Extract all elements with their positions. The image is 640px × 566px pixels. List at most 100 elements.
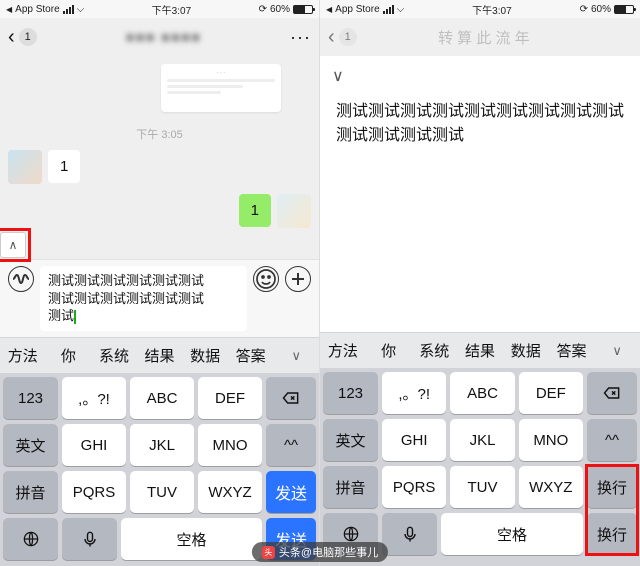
candidate[interactable]: 方法 (320, 340, 366, 361)
expanded-text-input[interactable]: 测试测试测试测试测试测试测试测试测试 测试测试测试测试 (320, 90, 640, 298)
signal-icon (63, 5, 74, 14)
key-pinyin[interactable]: 拼音 (3, 471, 58, 513)
avatar[interactable] (8, 150, 42, 184)
key-english[interactable]: 英文 (323, 419, 378, 461)
candidate[interactable]: 结果 (137, 345, 183, 366)
battery-icon (614, 5, 634, 14)
unread-badge: 1 (19, 28, 37, 46)
candidate[interactable]: 数据 (182, 345, 228, 366)
key-123[interactable]: 123 (323, 372, 378, 414)
key-wxyz[interactable]: WXYZ (519, 466, 583, 508)
key-newline[interactable]: 换行 (587, 513, 637, 555)
wifi-icon: ⌵ (77, 4, 85, 15)
candidate-bar: 方法 你 系统 结果 数据 答案 ∨ (320, 332, 640, 368)
key-jkl[interactable]: JKL (130, 424, 194, 466)
key-punct[interactable]: ,。?! (382, 372, 446, 414)
avatar[interactable] (277, 194, 311, 228)
more-button[interactable]: ··· (290, 27, 311, 48)
candidate[interactable]: 系统 (411, 340, 457, 361)
message-row-outgoing: 1 (8, 194, 311, 228)
keyboard: 123 ,。?! ABC DEF 英文 GHI JKL MNO ^^ 拼音 PQ… (320, 368, 640, 566)
key-backspace[interactable] (587, 372, 637, 414)
globe-icon (341, 524, 361, 544)
back-button[interactable]: ‹ 1 (328, 26, 357, 49)
emoji-button[interactable] (253, 266, 279, 292)
key-send[interactable]: 发送 (266, 471, 316, 513)
chat-title: ■■■ ■■■■ (126, 29, 202, 46)
status-bar: ◀ App Store ⌵ 下午3:07 ⟳ 60% (320, 0, 640, 18)
candidate[interactable]: 数据 (503, 340, 549, 361)
expand-button[interactable]: ∧ (0, 232, 26, 258)
back-app-label: App Store (15, 4, 59, 15)
key-tuv[interactable]: TUV (130, 471, 194, 513)
key-space[interactable]: 空格 (121, 518, 262, 560)
key-newline[interactable]: 换行 (587, 466, 637, 508)
chevron-left-icon: ‹ (8, 26, 15, 49)
candidate[interactable]: 你 (366, 340, 412, 361)
key-def[interactable]: DEF (519, 372, 583, 414)
key-jkl[interactable]: JKL (450, 419, 514, 461)
card-message[interactable]: · · · (161, 64, 281, 112)
key-mno[interactable]: MNO (519, 419, 583, 461)
plus-button[interactable] (285, 266, 311, 292)
rotation-lock-icon: ⟳ (580, 4, 588, 15)
mic-icon (400, 524, 420, 544)
key-wxyz[interactable]: WXYZ (198, 471, 262, 513)
chat-header: ‹ 1 转 算 此 流 年 ··· (320, 18, 640, 56)
back-app-icon: ◀ (6, 5, 12, 14)
key-mic[interactable] (382, 513, 437, 555)
key-caret[interactable]: ^^ (587, 419, 637, 461)
backspace-icon (281, 388, 301, 408)
unread-badge: 1 (339, 28, 357, 46)
toutiao-icon: 头 (262, 546, 275, 559)
key-mic[interactable] (62, 518, 117, 560)
message-row-incoming: 1 (8, 150, 311, 184)
status-time: 下午3:07 (472, 2, 511, 17)
candidate[interactable]: 答案 (549, 340, 595, 361)
candidate-bar: 方法 你 系统 结果 数据 答案 ∨ (0, 337, 319, 373)
keyboard: 123 ,。?! ABC DEF 英文 GHI JKL MNO ^^ 拼音 PQ… (0, 373, 319, 566)
status-bar: ◀ App Store ⌵ 下午3:07 ⟳ 60% (0, 0, 319, 18)
candidate[interactable]: 答案 (228, 345, 274, 366)
globe-icon (21, 529, 41, 549)
key-caret[interactable]: ^^ (266, 424, 316, 466)
key-abc[interactable]: ABC (130, 377, 194, 419)
key-pqrs[interactable]: PQRS (62, 471, 126, 513)
key-tuv[interactable]: TUV (450, 466, 514, 508)
expanded-input-panel: ∨ 测试测试测试测试测试测试测试测试测试 测试测试测试测试 (320, 56, 640, 332)
message-bubble[interactable]: 1 (48, 150, 80, 183)
key-def[interactable]: DEF (198, 377, 262, 419)
back-app-label: App Store (335, 4, 379, 15)
voice-button[interactable] (8, 266, 34, 292)
watermark: 头 头条@电脑那些事儿 (252, 542, 388, 562)
key-abc[interactable]: ABC (450, 372, 514, 414)
text-input[interactable]: 测试测试测试测试测试测试 测试测试测试测试测试测试 测试 (40, 266, 247, 331)
candidate-more[interactable]: ∨ (273, 348, 319, 364)
collapse-button[interactable]: ∨ (320, 56, 640, 90)
key-ghi[interactable]: GHI (382, 419, 446, 461)
message-bubble[interactable]: 1 (239, 194, 271, 227)
key-mno[interactable]: MNO (198, 424, 262, 466)
candidate[interactable]: 系统 (91, 345, 137, 366)
key-pqrs[interactable]: PQRS (382, 466, 446, 508)
key-123[interactable]: 123 (3, 377, 58, 419)
candidate[interactable]: 结果 (457, 340, 503, 361)
chat-timestamp: 下午 3:05 (8, 126, 311, 142)
candidate[interactable]: 方法 (0, 345, 46, 366)
key-space[interactable]: 空格 (441, 513, 583, 555)
key-pinyin[interactable]: 拼音 (323, 466, 378, 508)
chat-header: ‹ 1 ■■■ ■■■■ ··· (0, 18, 319, 56)
key-english[interactable]: 英文 (3, 424, 58, 466)
candidate[interactable]: 你 (46, 345, 92, 366)
key-ghi[interactable]: GHI (62, 424, 126, 466)
sound-wave-icon (9, 267, 33, 291)
key-backspace[interactable] (266, 377, 316, 419)
battery-pct: 60% (591, 4, 611, 15)
backspace-icon (602, 383, 622, 403)
key-punct[interactable]: ,。?! (62, 377, 126, 419)
key-globe[interactable] (3, 518, 58, 560)
back-button[interactable]: ‹ 1 (8, 26, 37, 49)
signal-icon (383, 5, 394, 14)
chat-area[interactable]: · · · 下午 3:05 1 1 (0, 56, 319, 259)
candidate-more[interactable]: ∨ (594, 343, 640, 359)
